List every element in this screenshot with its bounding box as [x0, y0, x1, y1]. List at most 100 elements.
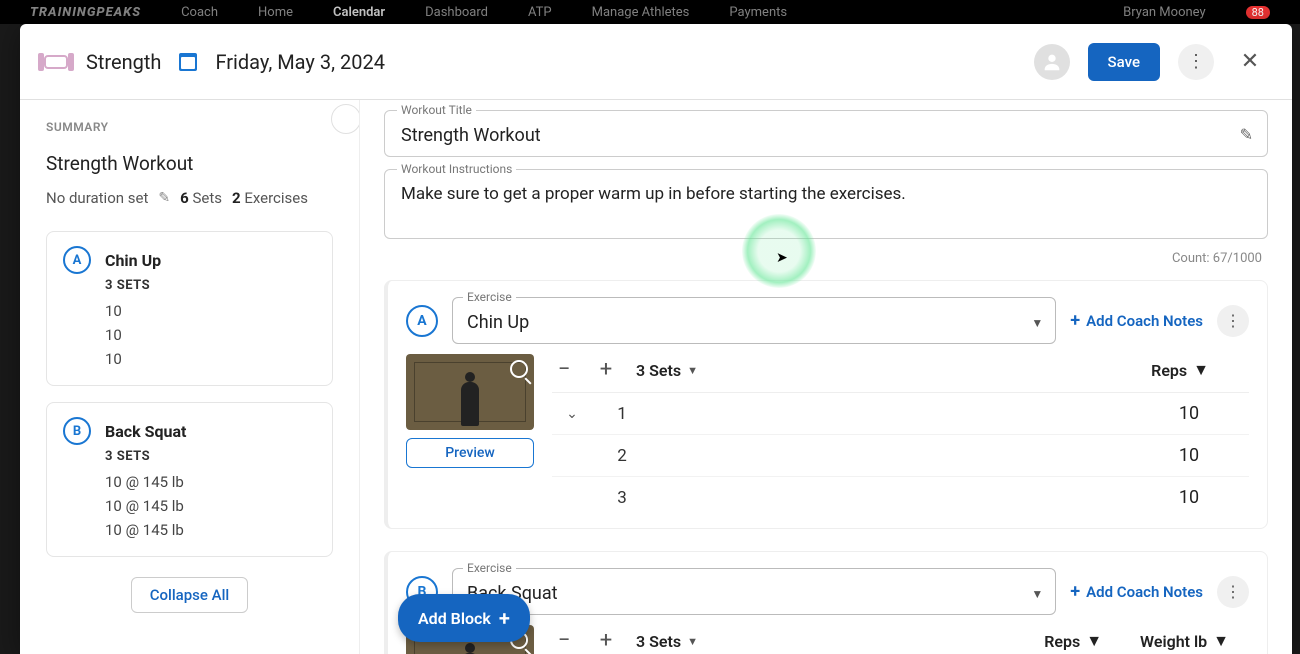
nav-calendar[interactable]: Calendar [333, 5, 385, 20]
increment-sets-button[interactable]: + [594, 629, 618, 653]
reps-column-header[interactable]: Reps ▼ [1044, 631, 1102, 651]
exercises-label: Exercises [244, 189, 308, 207]
block-menu-button[interactable]: ⋮ [1217, 576, 1249, 608]
reps-value[interactable]: 10 [1129, 403, 1249, 424]
nav-atp[interactable]: ATP [528, 5, 552, 20]
workout-instructions-field[interactable]: Workout Instructions Make sure to get a … [384, 169, 1268, 239]
pencil-icon[interactable]: ✎ [158, 190, 170, 206]
set-summary-row: 10 @ 145 lb [105, 470, 316, 494]
expand-row-button[interactable]: ⌄ [552, 406, 592, 422]
plus-icon: + [1070, 310, 1080, 331]
sets-count-dropdown[interactable]: 3 Sets ▼ [636, 361, 698, 380]
set-summary-row: 10 @ 145 lb [105, 494, 316, 518]
preview-button[interactable]: Preview [406, 438, 534, 468]
set-index: 1 [592, 404, 652, 424]
reps-value[interactable]: 10 [1129, 487, 1249, 508]
nav-user[interactable]: Bryan Mooney [1123, 5, 1205, 20]
notification-badge[interactable]: 88 [1246, 6, 1270, 19]
exercise-name: Chin Up [105, 251, 161, 270]
summary-title: Strength Workout [46, 152, 333, 175]
chevron-down-icon: ▼ [687, 364, 698, 377]
chevron-down-icon: ▼ [1213, 631, 1229, 651]
sets-count: 6 [180, 189, 189, 207]
chevron-down-icon: ▼ [1031, 587, 1043, 601]
modal-header: Strength Friday, May 3, 2024 Save ⋮ ✕ [20, 24, 1292, 100]
exercise-sets-label: 3 SETS [105, 449, 316, 464]
workout-editor-modal: Strength Friday, May 3, 2024 Save ⋮ ✕ SU… [20, 24, 1292, 654]
workout-instructions-input[interactable]: Make sure to get a proper warm up in bef… [401, 184, 1251, 208]
exercise-block: A Exercise Chin Up ▼ + Add Coach Notes ⋮ [384, 280, 1268, 529]
increment-sets-button[interactable]: + [594, 358, 618, 382]
summary-exercise-card[interactable]: B Back Squat 3 SETS 10 @ 145 lb 10 @ 145… [46, 402, 333, 557]
set-index: 3 [592, 488, 652, 508]
chevron-down-icon: ▼ [1193, 360, 1209, 380]
set-row: ⌄ 1 10 [552, 393, 1249, 435]
nav-dashboard[interactable]: Dashboard [425, 5, 488, 20]
workout-title-field[interactable]: Workout Title ✎ [384, 110, 1268, 157]
summary-sidebar: SUMMARY Strength Workout No duration set… [20, 100, 360, 654]
set-index: 2 [592, 446, 652, 466]
sidebar-toggle-icon[interactable] [331, 104, 360, 134]
set-summary-row: 10 [105, 323, 316, 347]
summary-meta: No duration set ✎ 6 Sets 2 Exercises [46, 189, 333, 207]
add-coach-notes-label: Add Coach Notes [1086, 583, 1203, 601]
char-count: Count: 67/1000 [384, 251, 1262, 266]
add-coach-notes-button[interactable]: + Add Coach Notes [1070, 310, 1203, 331]
exercise-letter-badge: A [63, 246, 91, 274]
add-coach-notes-button[interactable]: + Add Coach Notes [1070, 581, 1203, 602]
workout-date[interactable]: Friday, May 3, 2024 [215, 50, 384, 74]
nav-home[interactable]: Home [258, 5, 293, 20]
pencil-icon[interactable]: ✎ [1240, 125, 1253, 144]
exercises-count: 2 [232, 189, 241, 207]
save-button[interactable]: Save [1088, 43, 1160, 81]
summary-heading: SUMMARY [46, 120, 333, 134]
column-label: Weight lb [1140, 632, 1207, 651]
exercise-select[interactable]: Exercise Back Squat ▼ [452, 568, 1056, 615]
summary-exercise-card[interactable]: A Chin Up 3 SETS 10 10 10 [46, 231, 333, 386]
add-block-button[interactable]: Add Block + [398, 594, 530, 642]
block-menu-button[interactable]: ⋮ [1217, 305, 1249, 337]
field-label: Workout Title [397, 103, 476, 117]
nav-manage[interactable]: Manage Athletes [592, 5, 690, 20]
sets-label: Sets [192, 189, 222, 207]
athlete-avatar[interactable] [1034, 44, 1070, 80]
set-row: 2 10 [552, 435, 1249, 477]
sets-count-dropdown[interactable]: 3 Sets ▼ [636, 632, 698, 651]
workout-title-input[interactable] [401, 125, 1209, 146]
decrement-sets-button[interactable]: − [552, 629, 576, 653]
field-label: Exercise [463, 290, 516, 304]
exercise-select[interactable]: Exercise Chin Up ▼ [452, 297, 1056, 344]
sets-count-label: 3 Sets [636, 632, 681, 651]
exercise-rows: 10 @ 145 lb 10 @ 145 lb 10 @ 145 lb [105, 470, 316, 542]
chevron-down-icon: ▼ [1086, 631, 1102, 651]
dumbbell-icon [44, 55, 68, 69]
duration-text: No duration set [46, 189, 148, 207]
add-block-label: Add Block [418, 609, 491, 628]
reps-column-header[interactable]: Reps ▼ [1151, 360, 1209, 380]
collapse-all-button[interactable]: Collapse All [131, 577, 249, 613]
chevron-down-icon: ▼ [687, 635, 698, 648]
weight-column-header[interactable]: Weight lb ▼ [1140, 631, 1229, 651]
set-row: 3 10 [552, 477, 1249, 518]
exercise-letter-badge: B [63, 417, 91, 445]
field-label: Exercise [463, 561, 516, 575]
reps-value[interactable]: 10 [1129, 445, 1249, 466]
exercise-rows: 10 10 10 [105, 299, 316, 371]
decrement-sets-button[interactable]: − [552, 358, 576, 382]
app-topnav: TRAININGPEAKS Coach Home Calendar Dashbo… [0, 0, 1300, 24]
column-label: Reps [1044, 632, 1080, 651]
close-button[interactable]: ✕ [1232, 44, 1268, 80]
exercise-letter-badge: A [406, 305, 438, 337]
add-coach-notes-label: Add Coach Notes [1086, 312, 1203, 330]
sets-count-label: 3 Sets [636, 361, 681, 380]
plus-icon: + [499, 606, 510, 630]
exercise-thumbnail[interactable] [406, 354, 534, 430]
more-menu-button[interactable]: ⋮ [1178, 44, 1214, 80]
field-label: Workout Instructions [397, 162, 516, 176]
workout-type: Strength [86, 50, 161, 74]
calendar-icon[interactable] [179, 53, 197, 71]
set-summary-row: 10 @ 145 lb [105, 518, 316, 542]
plus-icon: + [1070, 581, 1080, 602]
nav-payments[interactable]: Payments [729, 5, 787, 20]
set-summary-row: 10 [105, 347, 316, 371]
